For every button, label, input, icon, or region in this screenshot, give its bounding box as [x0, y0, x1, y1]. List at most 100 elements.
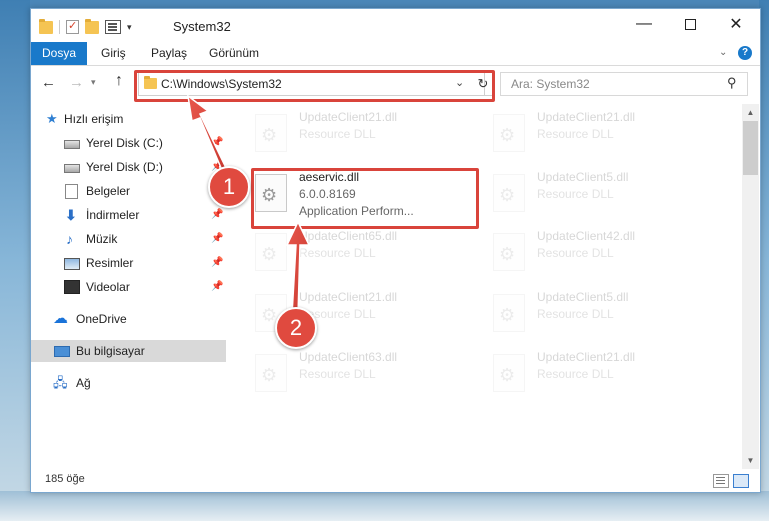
pin-icon[interactable]: 📌	[211, 228, 223, 250]
sidebar-item-label: İndirmeler	[86, 208, 140, 222]
file-type: Resource DLL	[537, 246, 614, 260]
dll-file-icon	[493, 354, 525, 392]
sidebar-item-label: OneDrive	[76, 312, 127, 326]
file-type: Resource DLL	[537, 367, 614, 381]
sidebar-item-local-disk-d[interactable]: Yerel Disk (D:) 📌	[31, 156, 226, 178]
dll-file-icon	[255, 233, 287, 271]
file-name: UpdateClient42.dll	[537, 229, 636, 243]
vertical-scrollbar[interactable]: ▲ ▼	[742, 104, 759, 469]
music-icon: ♪	[66, 231, 73, 247]
pictures-icon	[64, 258, 80, 270]
search-input[interactable]: Ara: System32 ⚲	[500, 72, 748, 96]
sidebar-item-this-pc[interactable]: Bu bilgisayar	[31, 340, 226, 362]
minimize-button[interactable]: —	[621, 9, 667, 39]
file-tile[interactable]: UpdateClient63.dll Resource DLL	[241, 346, 471, 402]
sidebar-item-label: Yerel Disk (C:)	[86, 136, 163, 150]
file-tile[interactable]: UpdateClient42.dll Resource DLL	[479, 225, 709, 281]
file-tile[interactable]: UpdateClient21.dll Resource DLL	[479, 106, 709, 162]
download-icon: ⬇	[65, 207, 77, 223]
dll-file-icon	[493, 233, 525, 271]
dll-file-icon	[255, 114, 287, 152]
pin-icon[interactable]: 📌	[211, 276, 223, 298]
tiles-view-icon[interactable]	[733, 474, 749, 488]
file-name: UpdateClient65.dll	[299, 229, 398, 243]
file-name: UpdateClient21.dll	[537, 350, 636, 364]
scrollbar-thumb[interactable]	[743, 121, 758, 175]
maximize-icon	[684, 18, 696, 30]
tab-home[interactable]: Giriş	[101, 42, 126, 65]
tab-share[interactable]: Paylaş	[151, 42, 187, 65]
sidebar-item-label: Ağ	[76, 376, 91, 390]
step-badge-1: 1	[208, 166, 250, 208]
file-tile[interactable]: UpdateClient21.dll Resource DLL	[479, 346, 709, 402]
view-options-icon[interactable]	[105, 20, 121, 34]
file-tile[interactable]: UpdateClient65.dll Resource DLL	[241, 225, 471, 281]
file-tile[interactable]: UpdateClient5.dll Resource DLL	[479, 286, 709, 342]
drive-icon	[64, 164, 80, 173]
document-icon	[65, 184, 78, 199]
toolbar-divider	[59, 20, 60, 34]
details-view-icon[interactable]	[713, 474, 729, 488]
forward-arrow-icon[interactable]: →	[69, 74, 84, 91]
search-placeholder: Ara: System32	[511, 77, 590, 91]
video-icon	[64, 280, 80, 294]
search-icon: ⚲	[727, 75, 737, 90]
quick-access-toolbar: ▾	[39, 18, 132, 36]
step-badge-2: 2	[275, 307, 317, 349]
navigation-pane: ★ Hızlı erişim Yerel Disk (C:) 📌 Yerel D…	[31, 104, 226, 469]
cloud-icon: ☁	[53, 310, 68, 327]
expand-ribbon-chevron-icon[interactable]: ⌄	[719, 47, 727, 58]
file-name: UpdateClient21.dll	[299, 290, 398, 304]
file-tile[interactable]: UpdateClient21.dll Resource DLL	[241, 106, 471, 162]
scroll-down-icon[interactable]: ▼	[742, 452, 759, 469]
tab-file[interactable]: Dosya	[31, 42, 87, 65]
file-list: UpdateClient21.dll Resource DLL aeservic…	[241, 104, 741, 469]
sidebar-item-documents[interactable]: Belgeler 📌	[31, 180, 226, 202]
new-folder-icon[interactable]	[85, 18, 99, 34]
file-type: Resource DLL	[537, 127, 614, 141]
window-title: System32	[173, 19, 231, 34]
dll-file-icon	[255, 354, 287, 392]
sidebar-item-music[interactable]: ♪ Müzik 📌	[31, 228, 226, 250]
title-bar: ▾ System32 — ✕	[31, 9, 760, 42]
pin-icon[interactable]: 📌	[211, 252, 223, 274]
file-tile[interactable]: UpdateClient5.dll Resource DLL	[479, 166, 709, 222]
drive-icon	[64, 140, 80, 149]
pin-icon[interactable]: 📌	[211, 204, 223, 226]
help-icon[interactable]: ?	[738, 46, 752, 60]
sidebar-item-pictures[interactable]: Resimler 📌	[31, 252, 226, 274]
sidebar-item-quick-access[interactable]: ★ Hızlı erişim	[31, 108, 226, 130]
maximize-button[interactable]	[667, 9, 713, 39]
sidebar-item-label: Bu bilgisayar	[76, 344, 145, 358]
sidebar-item-downloads[interactable]: ⬇ İndirmeler 📌	[31, 204, 226, 226]
sidebar-item-network[interactable]: 🖧 Ağ	[31, 372, 226, 394]
item-count: 185 öğe	[45, 473, 85, 485]
aeservic-file-highlight	[251, 168, 479, 229]
recent-locations-chevron-icon[interactable]: ▾	[91, 77, 96, 88]
network-icon: 🖧	[53, 375, 68, 390]
scroll-up-icon[interactable]: ▲	[742, 104, 759, 121]
file-name: UpdateClient63.dll	[299, 350, 398, 364]
file-name: UpdateClient21.dll	[299, 110, 398, 124]
dll-file-icon	[493, 174, 525, 212]
customize-toolbar-chevron-icon[interactable]: ▾	[127, 22, 132, 33]
dll-file-icon	[493, 114, 525, 152]
sidebar-item-local-disk-c[interactable]: Yerel Disk (C:) 📌	[31, 132, 226, 154]
sidebar-item-label: Müzik	[86, 232, 118, 246]
pin-icon[interactable]: 📌	[211, 132, 223, 154]
sidebar-item-onedrive[interactable]: ☁ OneDrive	[31, 308, 226, 330]
status-bar: 185 öğe	[31, 469, 760, 492]
file-type: Resource DLL	[299, 246, 376, 260]
properties-icon[interactable]	[66, 19, 79, 34]
ribbon-tabs: Dosya Giriş Paylaş Görünüm ⌄ ?	[31, 42, 760, 66]
sidebar-item-label: Videolar	[86, 280, 130, 294]
tab-view[interactable]: Görünüm	[209, 42, 259, 65]
file-name: UpdateClient21.dll	[537, 110, 636, 124]
up-arrow-icon[interactable]: ↑	[115, 72, 123, 90]
file-type: Resource DLL	[299, 127, 376, 141]
back-arrow-icon[interactable]: ←	[41, 74, 56, 91]
file-name: UpdateClient5.dll	[537, 290, 629, 304]
file-type: Resource DLL	[537, 307, 614, 321]
sidebar-item-videos[interactable]: Videolar 📌	[31, 276, 226, 298]
close-button[interactable]: ✕	[713, 9, 759, 39]
